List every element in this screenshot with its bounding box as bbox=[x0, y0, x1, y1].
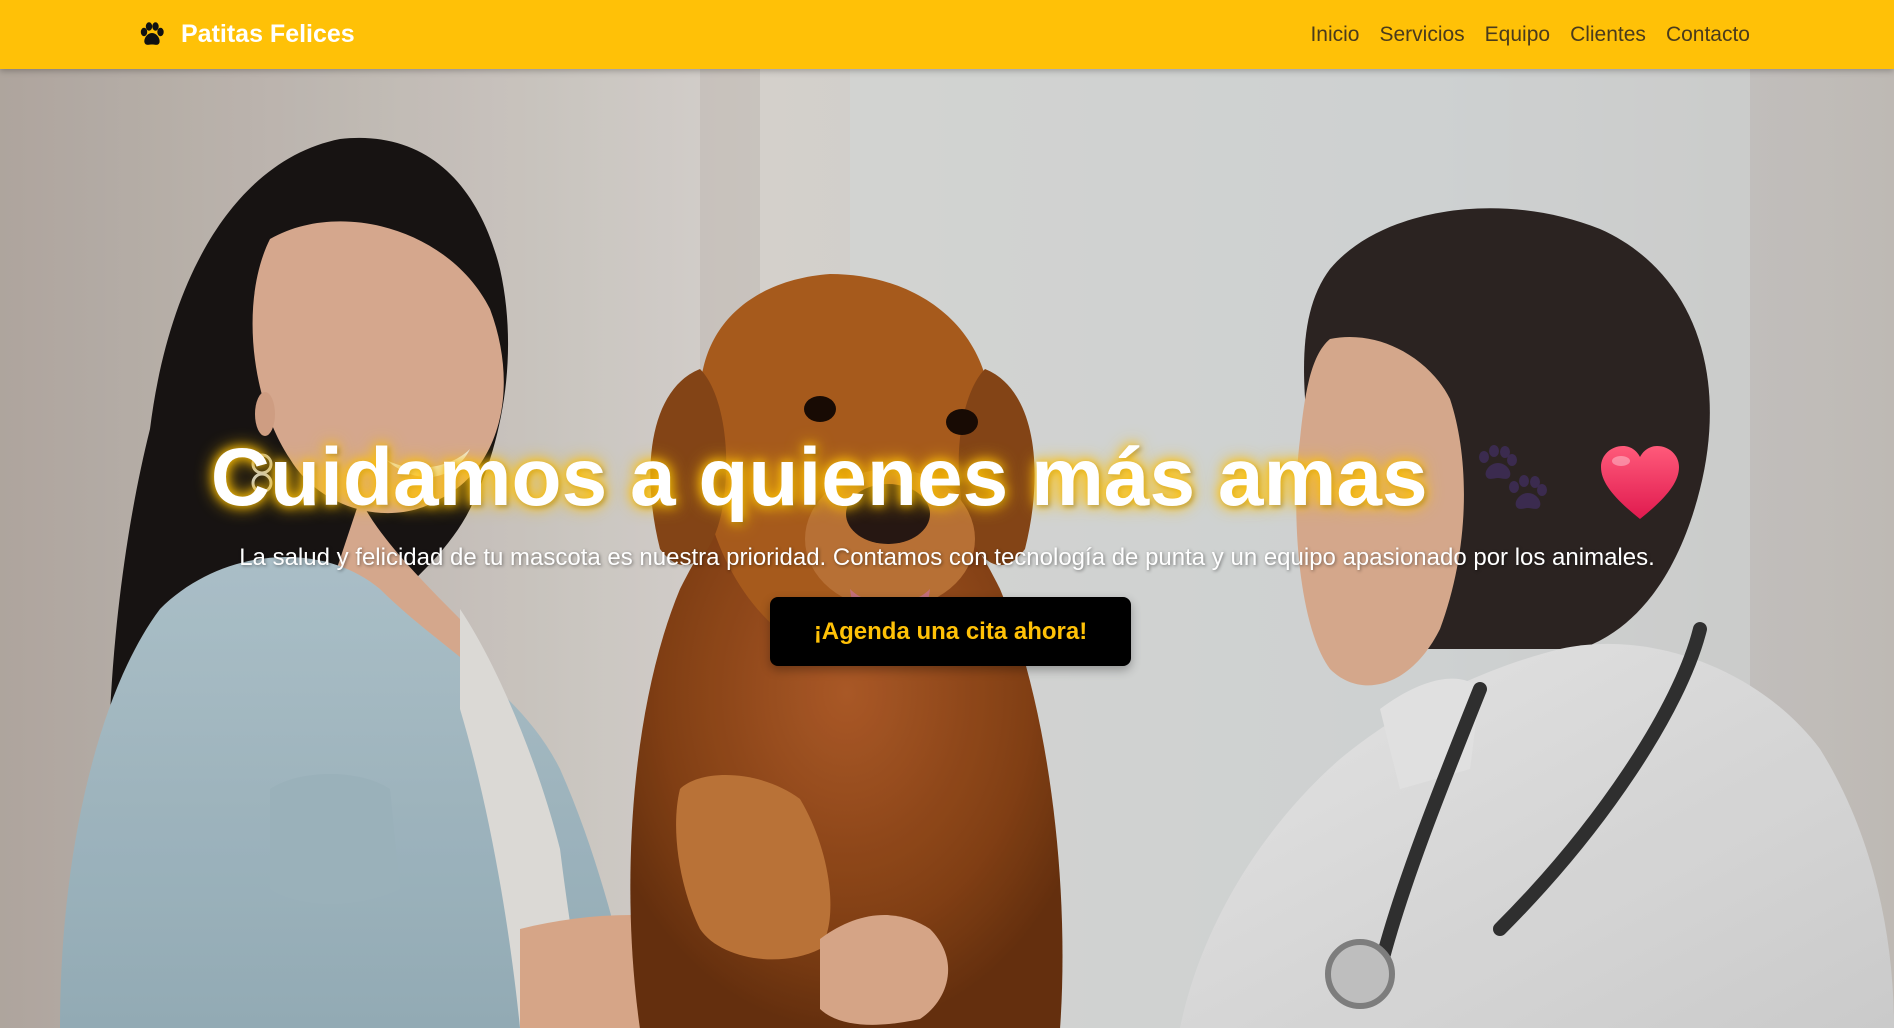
nav-link-servicios[interactable]: Servicios bbox=[1379, 23, 1464, 47]
top-navbar: Patitas Felices Inicio Servicios Equipo … bbox=[0, 0, 1894, 69]
hero-title: Cuidamos a quienes más amas bbox=[0, 431, 1894, 525]
nav-link-clientes[interactable]: Clientes bbox=[1570, 23, 1646, 47]
brand-name: Patitas Felices bbox=[181, 20, 355, 48]
hero-subtitle: La salud y felicidad de tu mascota es nu… bbox=[239, 544, 1655, 571]
book-appointment-button[interactable]: ¡Agenda una cita ahora! bbox=[770, 597, 1131, 666]
heart-icon bbox=[1601, 446, 1680, 520]
brand-link[interactable]: Patitas Felices bbox=[138, 0, 355, 69]
paw-icon bbox=[140, 21, 164, 45]
nav-link-equipo[interactable]: Equipo bbox=[1485, 23, 1550, 47]
nav-menu: Inicio Servicios Equipo Clientes Contact… bbox=[1310, 0, 1750, 69]
hero-title-text: Cuidamos a quienes más amas bbox=[210, 432, 1428, 523]
paw-prints-icon bbox=[1479, 445, 1548, 510]
hero-section: Cuidamos a quienes más amas La salud y f… bbox=[0, 69, 1894, 1028]
nav-link-inicio[interactable]: Inicio bbox=[1310, 23, 1359, 47]
nav-link-contacto[interactable]: Contacto bbox=[1666, 23, 1750, 47]
